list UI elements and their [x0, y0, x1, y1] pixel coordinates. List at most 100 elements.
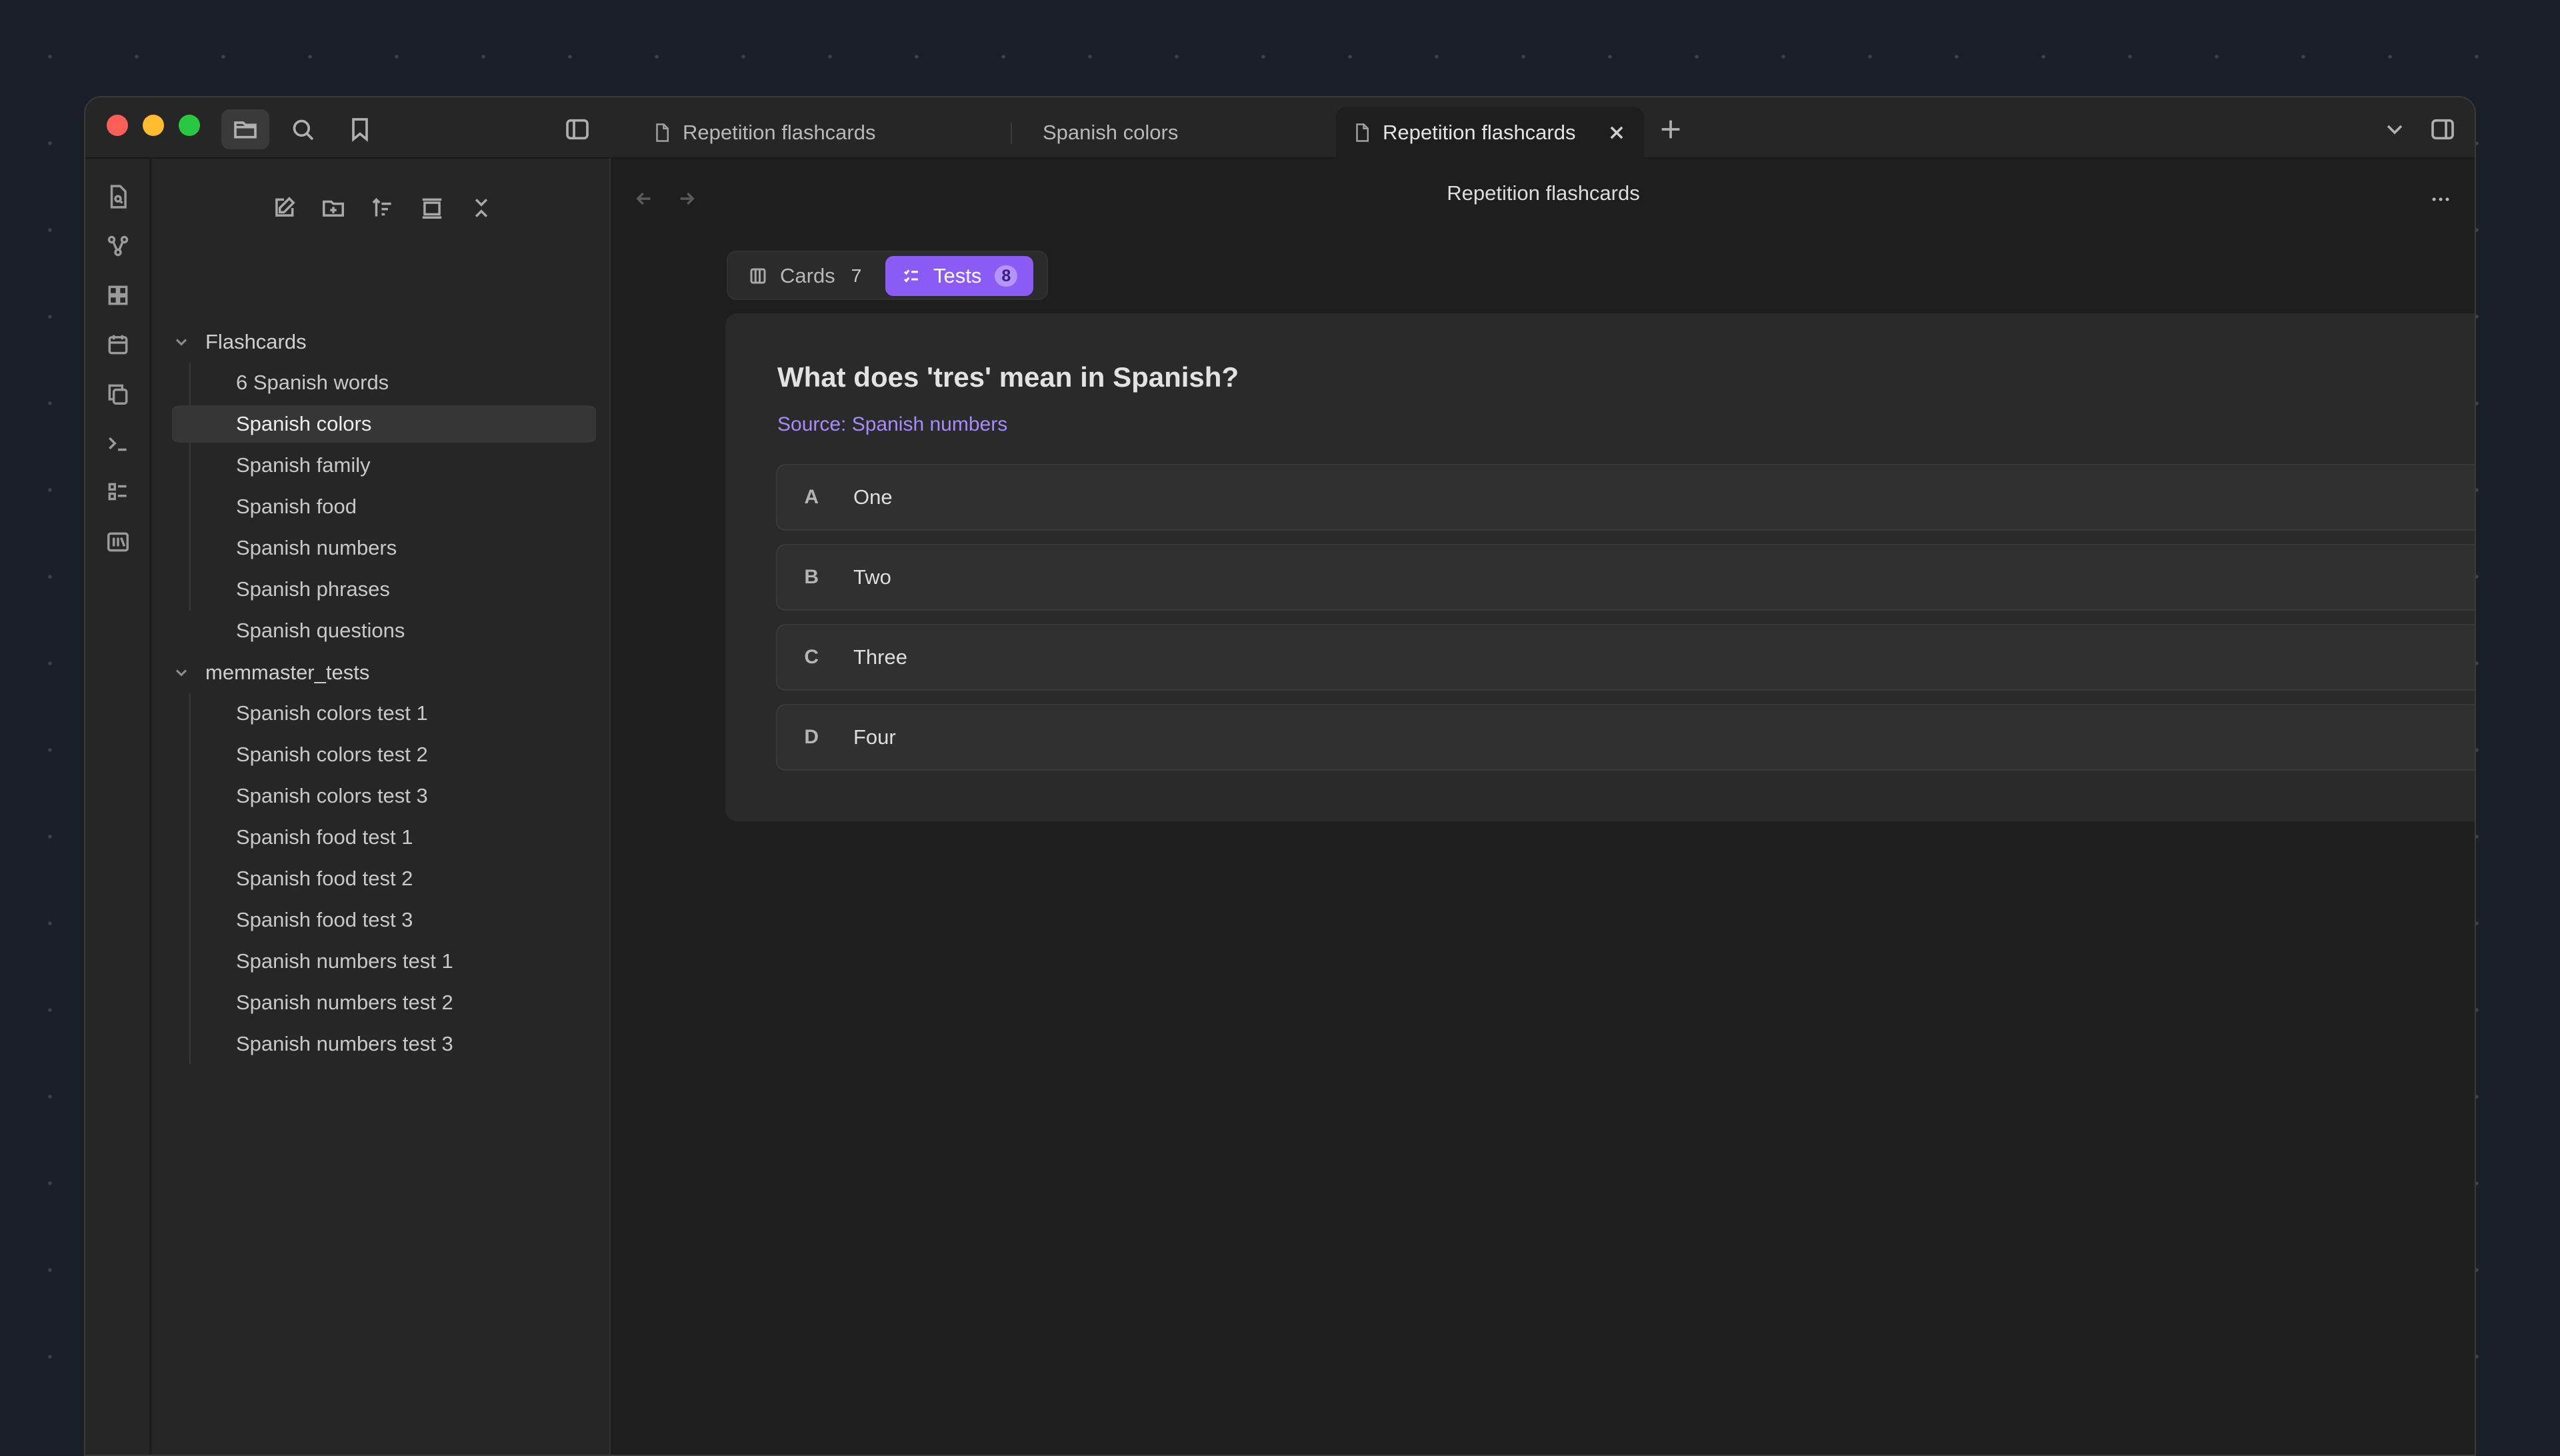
- tab-label: Repetition flashcards: [683, 121, 876, 144]
- tab-repetition-flashcards-1[interactable]: Repetition flashcards: [636, 107, 892, 159]
- title-bar: Repetition flashcards Spanish colors Rep…: [85, 97, 2475, 159]
- sort-button[interactable]: [364, 189, 401, 227]
- file-item[interactable]: Spanish phrases: [172, 571, 596, 608]
- file-item[interactable]: Spanish food test 2: [172, 860, 596, 897]
- main-view: Repetition flashcards Cards 7 Tests 8 Wh…: [612, 159, 2475, 1455]
- maximize-window-button[interactable]: [179, 115, 200, 136]
- bookmarks-button[interactable]: [336, 109, 384, 149]
- chevron-down-icon: [175, 339, 187, 346]
- search-icon: [293, 119, 314, 141]
- option-text: One: [853, 485, 893, 509]
- quiz-card: What does 'tres' mean in Spanish? Source…: [725, 313, 2475, 821]
- file-item-selected[interactable]: Spanish colors: [172, 405, 596, 443]
- option-text: Two: [853, 565, 891, 589]
- file-item[interactable]: Spanish food test 3: [172, 901, 596, 939]
- file-icon: [656, 123, 669, 142]
- quiz-question: What does 'tres' mean in Spanish?: [777, 361, 1239, 393]
- app-window: Repetition flashcards Spanish colors Rep…: [84, 96, 2476, 1456]
- list-checks-icon: [903, 269, 918, 283]
- folder-flashcards[interactable]: Flashcards: [172, 323, 307, 361]
- library-icon: [107, 532, 129, 552]
- layout-grid-icon: [108, 285, 128, 305]
- daily-note-button[interactable]: [101, 328, 135, 361]
- command-palette-button[interactable]: [101, 427, 135, 460]
- option-text: Four: [853, 725, 896, 749]
- file-item[interactable]: Spanish colors test 3: [172, 777, 596, 815]
- reveal-icon: [422, 198, 442, 219]
- tab-cards[interactable]: Cards 7: [732, 256, 877, 296]
- sort-icon: [372, 197, 391, 217]
- sidebar-left-icon: [566, 119, 589, 140]
- bookmark-icon: [352, 118, 368, 142]
- file-explorer-sidebar: Flashcards 6 Spanish words Spanish color…: [152, 159, 611, 1455]
- library-button[interactable]: [101, 525, 135, 559]
- auto-reveal-button[interactable]: [413, 189, 451, 227]
- folder-plus-icon: [323, 200, 344, 217]
- new-note-button[interactable]: [265, 189, 303, 227]
- collapse-all-button[interactable]: [463, 189, 500, 227]
- file-item[interactable]: Spanish colors test 2: [172, 736, 596, 773]
- ribbon: [85, 159, 151, 1455]
- calendar-icon: [108, 335, 128, 355]
- tab-label: Repetition flashcards: [1383, 121, 1576, 144]
- file-item[interactable]: Spanish numbers test 3: [172, 1025, 596, 1063]
- view-title: Repetition flashcards: [1447, 181, 1640, 205]
- chevron-down-icon: [175, 669, 187, 677]
- edit-icon: [275, 197, 295, 217]
- view-switcher: Cards 7 Tests 8: [727, 251, 1048, 300]
- option-letter: B: [804, 566, 819, 588]
- new-tab-button[interactable]: [1647, 109, 1695, 149]
- toggle-right-sidebar-button[interactable]: [2419, 109, 2467, 149]
- file-item[interactable]: Spanish food test 1: [172, 819, 596, 856]
- file-item[interactable]: Spanish colors test 1: [172, 695, 596, 732]
- answer-option-d[interactable]: D Four: [776, 704, 2475, 771]
- list-checks-icon: [108, 483, 127, 501]
- graph-view-button[interactable]: [101, 229, 135, 263]
- tab-tests-label: Tests: [933, 264, 982, 287]
- plus-icon: [1661, 120, 1680, 139]
- tests-count-badge: 8: [995, 265, 1018, 287]
- cards-icon: [750, 268, 766, 284]
- more-horizontal-icon: [2432, 197, 2449, 201]
- file-explorer-button[interactable]: [221, 109, 269, 149]
- close-tab-button[interactable]: [1605, 121, 1628, 144]
- minimize-window-button[interactable]: [143, 115, 164, 136]
- answer-option-c[interactable]: C Three: [776, 624, 2475, 691]
- tab-spanish-colors[interactable]: Spanish colors: [1027, 107, 1194, 159]
- file-item[interactable]: Spanish numbers test 1: [172, 943, 596, 980]
- tab-tests[interactable]: Tests 8: [885, 256, 1034, 296]
- file-item[interactable]: Spanish numbers: [172, 529, 596, 567]
- file-item[interactable]: Spanish family: [172, 447, 596, 484]
- option-letter: A: [804, 486, 819, 508]
- toggle-left-sidebar-button[interactable]: [553, 109, 601, 149]
- new-folder-button[interactable]: [315, 189, 352, 227]
- folder-memmaster-tests[interactable]: memmaster_tests: [172, 653, 369, 692]
- file-item[interactable]: Spanish questions: [172, 612, 596, 649]
- folder-label: memmaster_tests: [205, 661, 370, 684]
- file-item[interactable]: 6 Spanish words: [172, 364, 596, 401]
- quick-switcher-button[interactable]: [101, 180, 135, 213]
- tab-label: Spanish colors: [1043, 121, 1179, 144]
- graph-icon: [107, 235, 129, 257]
- more-options-button[interactable]: [2424, 183, 2457, 216]
- file-icon: [1356, 123, 1369, 142]
- tab-list-button[interactable]: [2371, 109, 2419, 149]
- copy-icon: [108, 384, 128, 405]
- canvas-button[interactable]: [101, 279, 135, 312]
- flashcards-list-button[interactable]: [101, 476, 135, 509]
- file-search-icon: [110, 185, 127, 209]
- file-item[interactable]: Spanish numbers test 2: [172, 984, 596, 1021]
- close-window-button[interactable]: [107, 115, 128, 136]
- tab-repetition-flashcards-active[interactable]: Repetition flashcards: [1336, 107, 1644, 159]
- close-icon: [1610, 126, 1623, 139]
- templates-button[interactable]: [101, 377, 135, 411]
- option-letter: D: [804, 726, 819, 748]
- cards-count: 7: [851, 265, 862, 286]
- answer-option-a[interactable]: A One: [776, 464, 2475, 531]
- terminal-icon: [109, 437, 127, 451]
- answer-option-b[interactable]: B Two: [776, 544, 2475, 611]
- quiz-source-link[interactable]: Source: Spanish numbers: [777, 413, 1007, 436]
- search-button[interactable]: [279, 109, 327, 149]
- folder-icon: [234, 121, 257, 139]
- file-item[interactable]: Spanish food: [172, 488, 596, 525]
